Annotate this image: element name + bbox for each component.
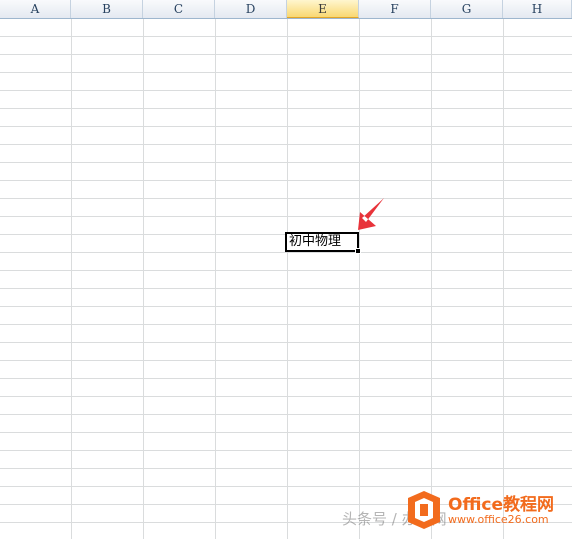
row-gridline — [0, 54, 572, 55]
row-gridline — [0, 432, 572, 433]
row-gridline — [0, 198, 572, 199]
spreadsheet: A B C D E F G H 初中物理 头条号 / 办公网 Office教程网… — [0, 0, 572, 539]
column-header-d[interactable]: D — [215, 0, 287, 18]
watermark-url: www.office26.com — [448, 513, 549, 526]
column-header-row: A B C D E F G H — [0, 0, 572, 19]
column-gridline — [359, 19, 360, 539]
column-header-b[interactable]: B — [71, 0, 143, 18]
column-header-a[interactable]: A — [0, 0, 71, 18]
column-gridline — [503, 19, 504, 539]
column-gridline — [215, 19, 216, 539]
watermark: 头条号 / 办公网 Office教程网 www.office26.com — [342, 488, 570, 534]
row-gridline — [0, 72, 572, 73]
row-gridline — [0, 378, 572, 379]
red-arrow-icon — [358, 198, 384, 230]
office-logo-icon — [408, 491, 440, 529]
column-gridline — [143, 19, 144, 539]
row-gridline — [0, 126, 572, 127]
row-gridline — [0, 180, 572, 181]
row-gridline — [0, 324, 572, 325]
row-gridline — [0, 288, 572, 289]
column-header-e[interactable]: E — [287, 0, 359, 18]
row-gridline — [0, 36, 572, 37]
active-cell-e[interactable]: 初中物理 — [285, 232, 359, 252]
row-gridline — [0, 108, 572, 109]
watermark-title: Office教程网 — [448, 495, 555, 515]
row-gridline — [0, 342, 572, 343]
row-gridline — [0, 144, 572, 145]
cell-grid[interactable] — [0, 19, 572, 539]
column-header-f[interactable]: F — [359, 0, 431, 18]
row-gridline — [0, 396, 572, 397]
row-gridline — [0, 450, 572, 451]
row-gridline — [0, 90, 572, 91]
column-gridline — [287, 19, 288, 539]
row-gridline — [0, 468, 572, 469]
column-header-c[interactable]: C — [143, 0, 215, 18]
column-header-h[interactable]: H — [503, 0, 572, 18]
column-header-g[interactable]: G — [431, 0, 503, 18]
row-gridline — [0, 252, 572, 253]
row-gridline — [0, 486, 572, 487]
column-gridline — [71, 19, 72, 539]
row-gridline — [0, 162, 572, 163]
fill-handle[interactable] — [355, 248, 361, 254]
row-gridline — [0, 414, 572, 415]
row-gridline — [0, 306, 572, 307]
row-gridline — [0, 360, 572, 361]
column-gridline — [431, 19, 432, 539]
row-gridline — [0, 216, 572, 217]
row-gridline — [0, 270, 572, 271]
